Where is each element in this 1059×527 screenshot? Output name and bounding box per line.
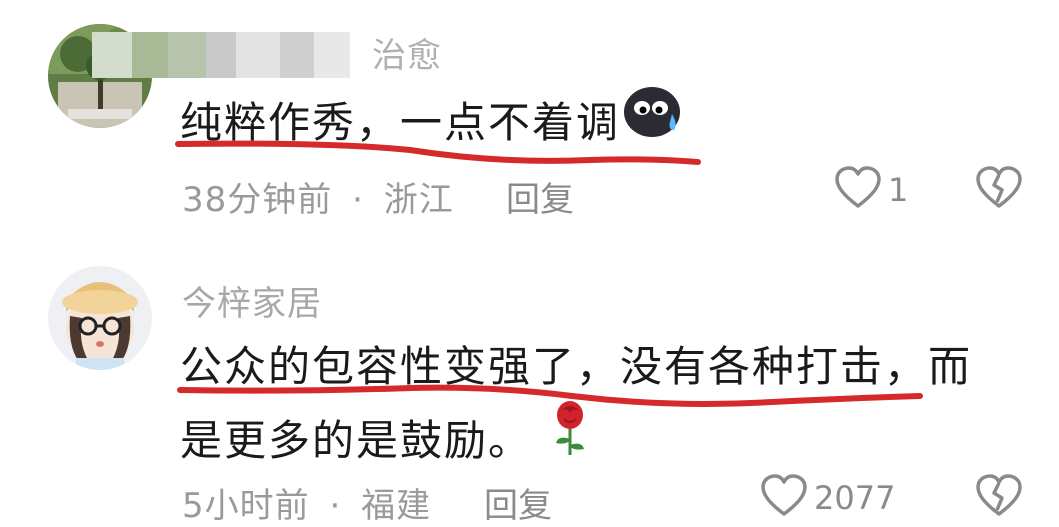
comment-text-line: 公众的包容性变强了，没有各种打击，而 [180,342,973,391]
avatar[interactable] [48,266,152,370]
sweat-face-icon [622,84,684,161]
comment-text: 纯粹作秀，一点不着调 [180,86,684,161]
broken-heart-icon [975,474,1023,522]
like-count: 2077 [814,479,896,517]
comment-item: 今梓家居 公众的包容性变强了，没有各种打击，而 是更多的是鼓励。 5小时前 · … [0,250,1059,526]
reply-button[interactable]: 回复 [506,172,574,221]
meta-separator: · [329,486,342,526]
comment-location: 福建 [361,486,432,526]
comment-text-line-2: 是更多的是鼓励。 [180,401,972,480]
reply-button[interactable]: 回复 [484,478,552,527]
dislike-button[interactable] [975,474,1023,522]
comment-username[interactable]: 治愈 [372,28,442,77]
comment-time: 38分钟前 [182,180,333,220]
comment-text: 公众的包容性变强了，没有各种打击，而 是更多的是鼓励。 [180,330,972,480]
username-blur-mask [92,32,350,78]
comment-item: 治愈 纯粹作秀，一点不着调 38分钟前 · 浙江 回复 1 [0,0,1059,250]
comment-location: 浙江 [383,180,454,220]
rose-icon [550,399,590,480]
like-button[interactable]: 1 [834,166,908,214]
meta-separator: · [352,180,364,220]
like-count: 1 [888,171,909,209]
comment-text-content: 是更多的是鼓励。 [180,416,533,465]
heart-icon [760,474,808,522]
comment-time: 5小时前 [182,486,310,526]
comment-username[interactable]: 今梓家居 [182,276,322,325]
comment-meta: 38分钟前 · 浙江 [182,172,454,221]
broken-heart-icon [975,166,1023,214]
comment-meta: 5小时前 · 福建 [182,478,431,527]
like-button[interactable]: 2077 [760,474,895,522]
heart-icon [834,166,882,214]
dislike-button[interactable] [975,166,1023,214]
comment-text-content: 纯粹作秀，一点不着调 [180,98,621,147]
